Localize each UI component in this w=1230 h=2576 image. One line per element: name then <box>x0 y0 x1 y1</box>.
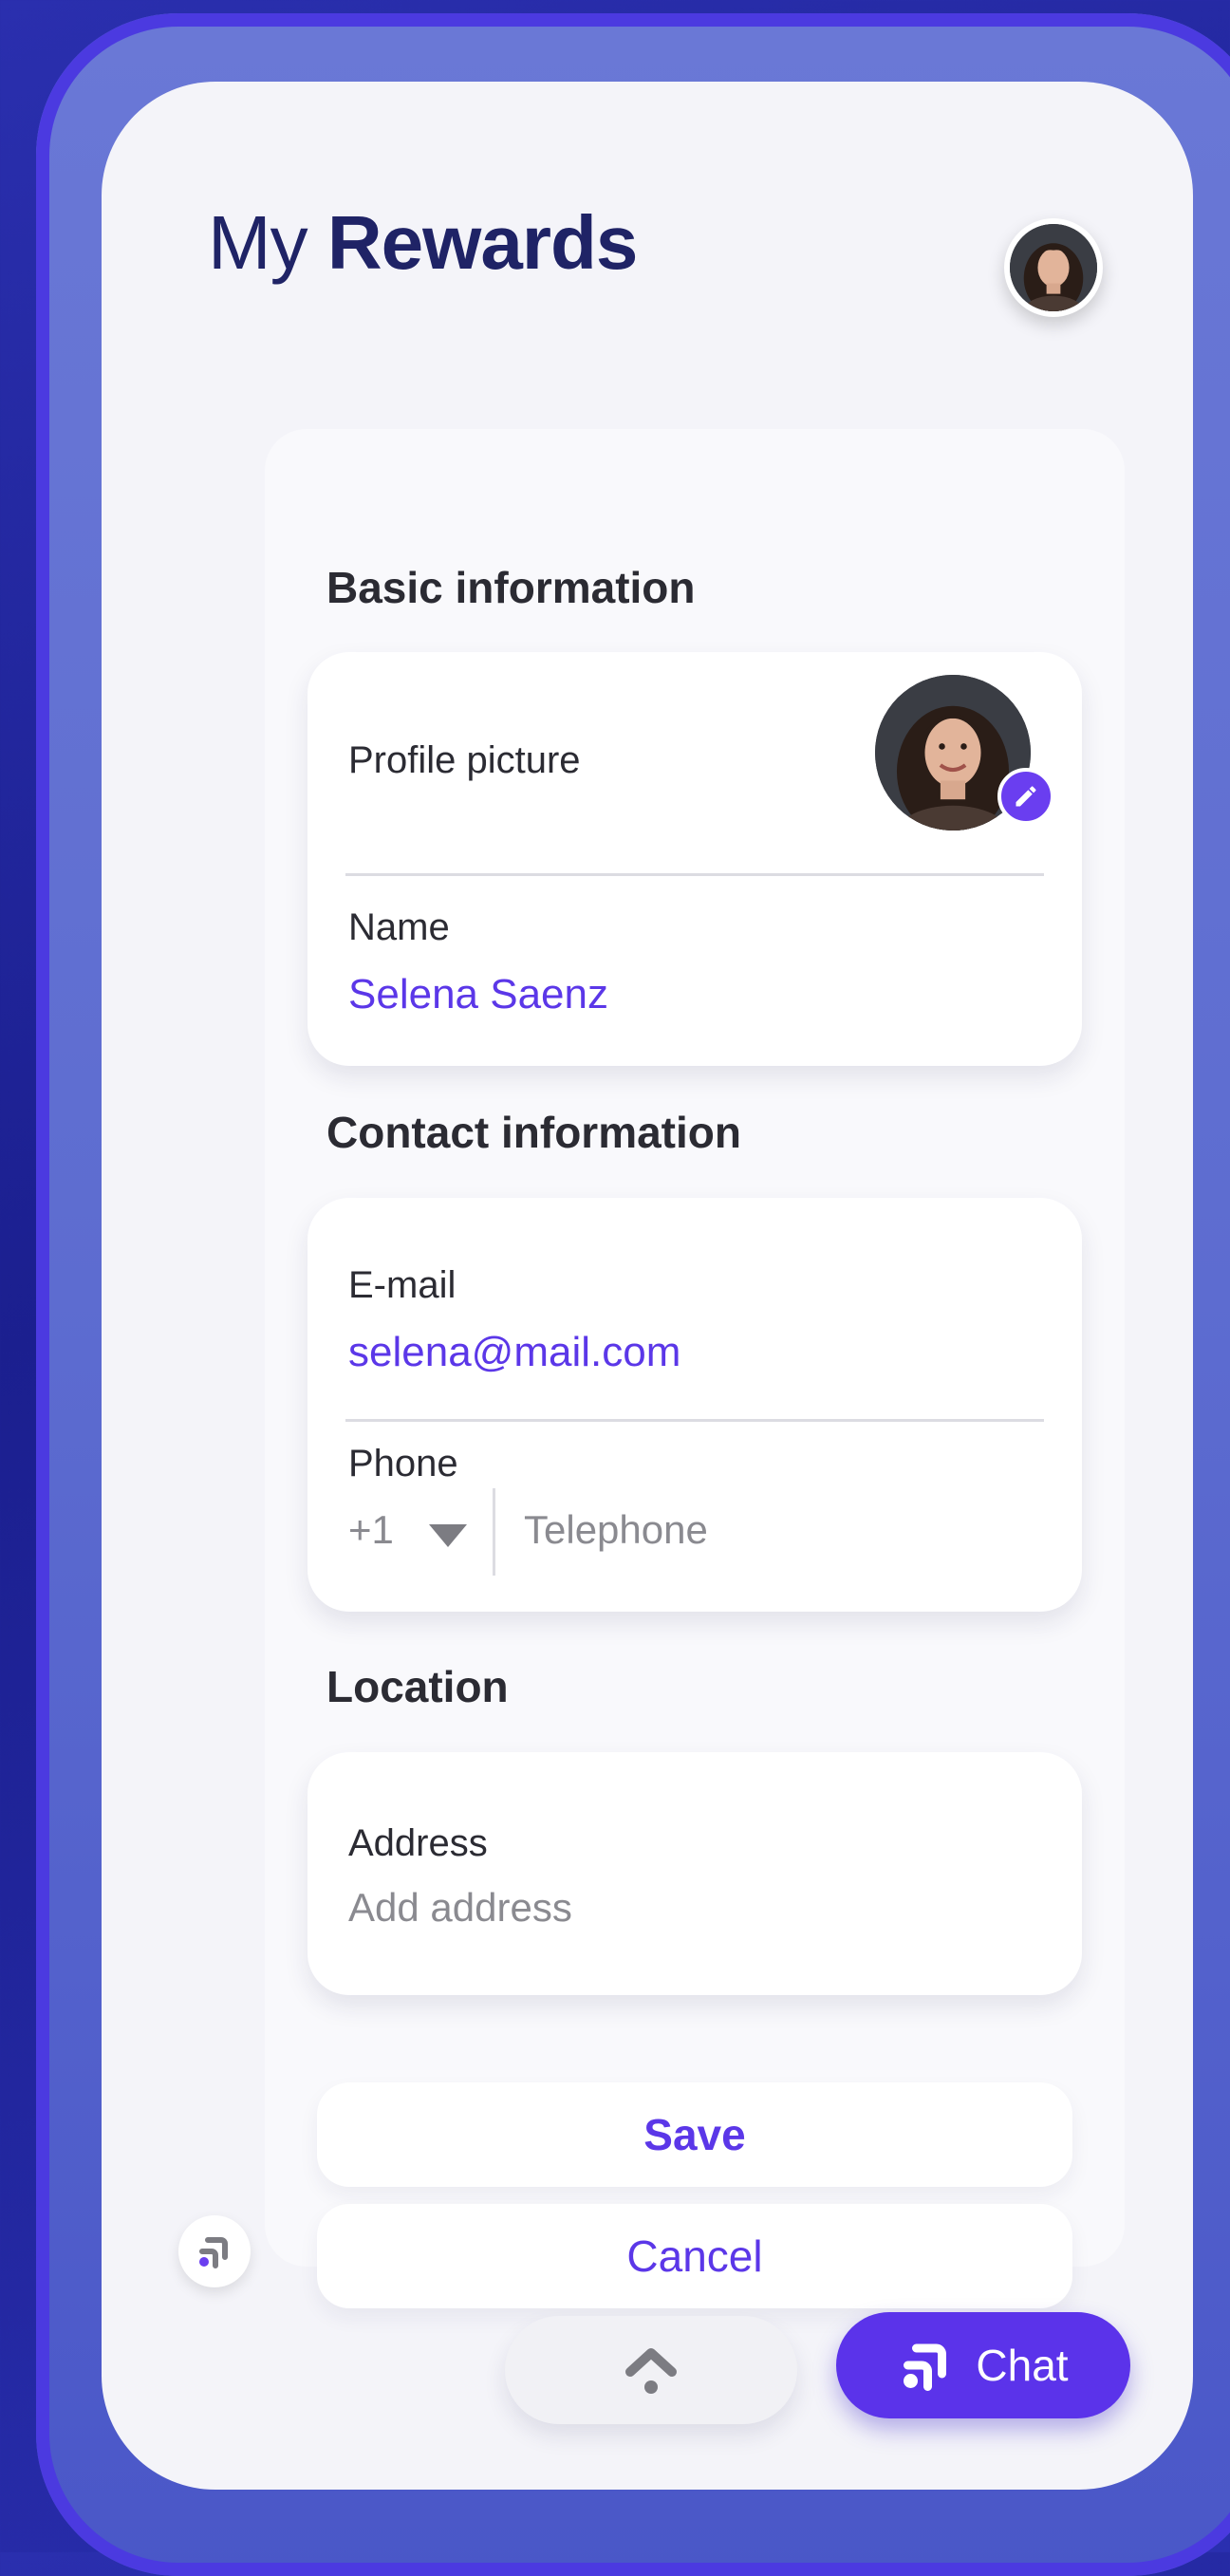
address-label: Address <box>348 1822 488 1864</box>
email-value[interactable]: selena@mail.com <box>348 1329 680 1376</box>
profile-picture-label: Profile picture <box>348 739 581 781</box>
phone-label: Phone <box>348 1443 458 1484</box>
contact-info-card: E-mail selena@mail.com Phone +1 Telephon… <box>308 1198 1082 1612</box>
chevron-up-icon <box>625 2348 677 2394</box>
email-label: E-mail <box>348 1264 457 1306</box>
name-value[interactable]: Selena Saenz <box>348 971 608 1018</box>
chat-widget-badge[interactable] <box>178 2215 251 2287</box>
app-screen: My Rewards Basic information Profile pic… <box>102 82 1193 2490</box>
chat-logo-icon <box>199 2237 228 2268</box>
location-card: Address Add address <box>308 1752 1082 1995</box>
section-title-location: Location <box>326 1662 509 1711</box>
chat-button[interactable]: Chat <box>836 2312 1130 2418</box>
save-button[interactable]: Save <box>317 2082 1072 2187</box>
name-label: Name <box>348 906 450 948</box>
phone-separator <box>493 1488 495 1576</box>
profile-form-panel: Basic information Profile picture Name S… <box>265 429 1125 2308</box>
divider <box>345 873 1044 876</box>
cancel-button[interactable]: Cancel <box>317 2204 1072 2308</box>
section-title-contact: Contact information <box>326 1108 741 1157</box>
avatar-photo <box>1010 224 1097 311</box>
address-input[interactable]: Add address <box>348 1885 572 1931</box>
page-title: My Rewards <box>208 200 638 285</box>
chat-logo-icon <box>904 2343 947 2391</box>
chat-button-label: Chat <box>976 2341 1069 2390</box>
basic-info-card: Profile picture Name Selena Saenz <box>308 652 1082 1066</box>
dropdown-triangle-icon[interactable] <box>429 1524 467 1547</box>
country-code-select[interactable]: +1 <box>348 1507 394 1553</box>
scroll-to-top-button[interactable] <box>505 2316 797 2424</box>
section-title-basic: Basic information <box>326 563 696 612</box>
telephone-input[interactable]: Telephone <box>524 1507 708 1553</box>
divider <box>345 1419 1044 1422</box>
header-avatar[interactable] <box>1004 218 1103 317</box>
edit-photo-button[interactable] <box>997 768 1054 825</box>
pencil-icon <box>1016 786 1036 807</box>
